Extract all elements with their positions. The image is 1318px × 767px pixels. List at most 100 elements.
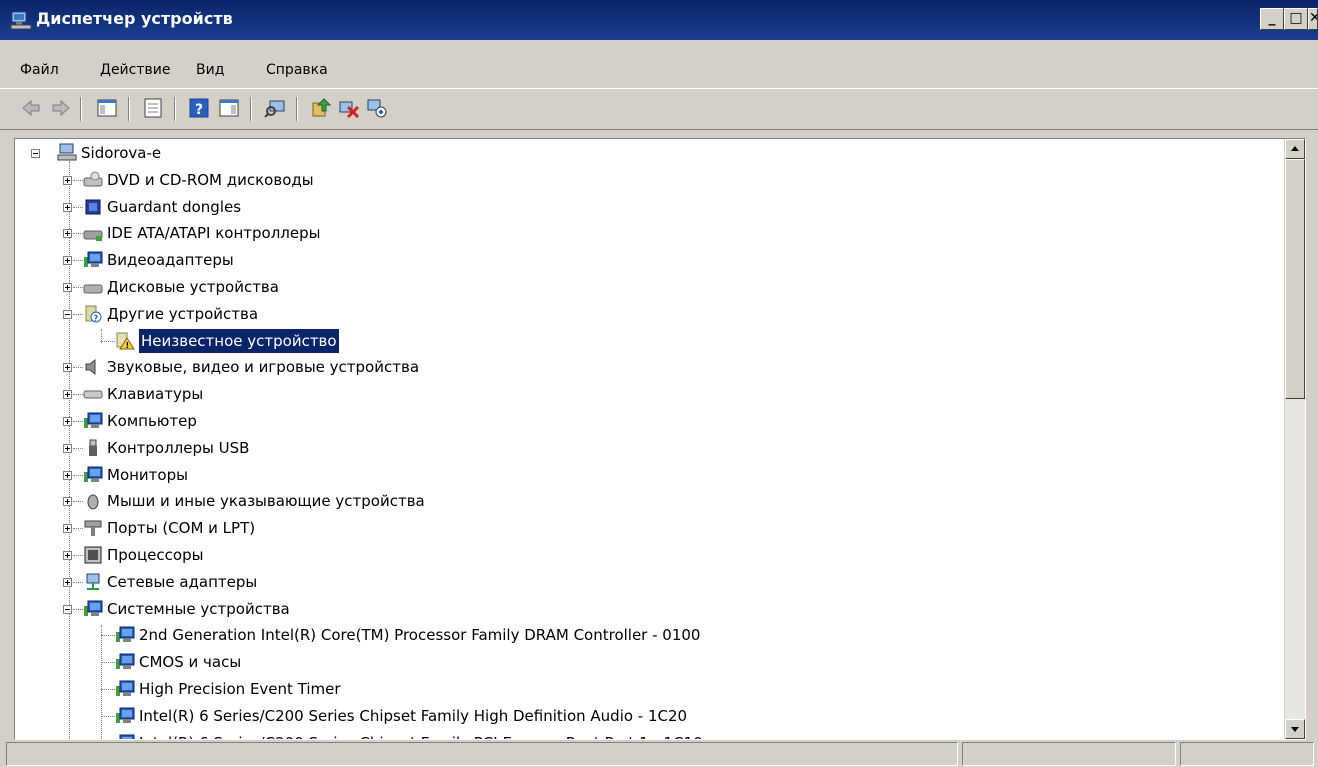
scroll-up-button[interactable] [1285, 139, 1305, 159]
toolbar-separator [80, 97, 82, 121]
tree-item-label: Сетевые адаптеры [107, 572, 258, 591]
tree-item-label: Intel(R) 6 Series/C200 Series Chipset Fa… [139, 731, 703, 739]
expand-toggle[interactable] [63, 551, 72, 560]
uninstall-icon[interactable] [338, 97, 360, 119]
expand-toggle[interactable] [63, 256, 72, 266]
status-cell-secondary [962, 742, 1176, 766]
tree-item-label: IDE ATA/ATAPI контроллеры [107, 224, 321, 243]
toolbar: ? [0, 88, 1318, 130]
back-icon[interactable] [20, 97, 42, 119]
expand-toggle[interactable] [63, 202, 72, 212]
menu-view[interactable]: Вид [196, 62, 224, 78]
tree-item-label: DVD и CD-ROM дисководы [107, 170, 314, 189]
expand-toggle[interactable] [63, 363, 72, 373]
tree-item-label: Системные устройства [107, 599, 290, 618]
computer-root-icon [57, 143, 77, 161]
mouse-icon [87, 494, 99, 510]
menu-bar: Файл Действие Вид Справка [0, 58, 1318, 86]
tree-item-label: High Precision Event Timer [139, 680, 341, 698]
status-cell-main [6, 742, 958, 766]
tree-item-label: CMOS и часы [139, 653, 242, 672]
system-device-icon [116, 707, 135, 723]
status-cell-tertiary [1180, 742, 1314, 766]
arrow-down-icon [1291, 727, 1299, 732]
tree-connector [73, 260, 83, 262]
properties-icon[interactable] [142, 97, 164, 119]
maximize-button[interactable]: □ [1284, 8, 1308, 30]
tree-item-label: Guardant dongles [107, 197, 242, 216]
tree-item-label: Контроллеры USB [107, 438, 250, 457]
monitor-icon [84, 466, 103, 482]
tree-connector [73, 581, 83, 583]
window-title: Диспетчер устройств [36, 9, 233, 28]
expand-toggle[interactable] [63, 443, 72, 453]
minimize-button[interactable]: _ [1260, 8, 1284, 30]
system-device-icon [116, 653, 135, 670]
tree-connector [101, 689, 115, 690]
tree-connector [101, 635, 115, 637]
tree-connector [101, 340, 115, 342]
tree-item-label: Мыши и иные указывающие устройства [107, 492, 425, 511]
scroll-down-button[interactable] [1285, 719, 1305, 739]
expand-toggle[interactable] [63, 577, 72, 587]
expand-toggle[interactable] [63, 497, 72, 507]
scroll-thumb[interactable] [1285, 159, 1305, 399]
expand-toggle[interactable] [63, 283, 72, 292]
help-icon[interactable]: ? [188, 97, 210, 119]
usb-icon [89, 439, 97, 456]
disable-icon[interactable] [366, 97, 388, 119]
console-tree-icon[interactable] [96, 97, 118, 119]
tree-item-label: Клавиатуры [107, 385, 204, 404]
dongle-icon [85, 199, 101, 215]
tree-connector [73, 233, 83, 235]
expand-toggle[interactable] [63, 470, 72, 480]
menu-action[interactable]: Действие [100, 62, 170, 78]
expand-toggle[interactable] [63, 229, 72, 239]
network-adapter-icon [86, 573, 100, 590]
tree-connector [73, 367, 83, 369]
tree-connector [73, 474, 83, 476]
forward-icon[interactable] [50, 97, 72, 119]
system-device-icon [116, 680, 135, 696]
tree-connector [73, 421, 83, 422]
update-driver-icon[interactable] [310, 97, 332, 119]
menu-help[interactable]: Справка [266, 62, 328, 78]
tree-connector [101, 625, 102, 739]
toolbar-separator [296, 97, 298, 121]
menu-file[interactable]: Файл [20, 62, 59, 78]
tree-connector [73, 501, 83, 503]
title-bar[interactable]: Диспетчер устройств _ □ ✕ [0, 0, 1318, 41]
computer-icon [84, 412, 103, 428]
expand-toggle[interactable] [63, 390, 72, 400]
collapse-toggle[interactable] [31, 149, 40, 158]
display-adapter-icon [84, 251, 103, 268]
collapse-toggle[interactable] [63, 309, 72, 319]
expand-toggle[interactable] [63, 175, 72, 185]
unknown-device-warning-icon: ! [116, 332, 135, 350]
tree-connector [73, 394, 83, 396]
svg-text:?: ? [195, 102, 203, 118]
other-devices-icon: ? [85, 305, 102, 323]
device-tree[interactable]: Sidorova-e DVD и CD-ROM дисководы Guardan… [14, 138, 1306, 740]
tree-connector [73, 313, 83, 315]
toolbar-separator [128, 97, 130, 121]
tree-item-label: Компьютер [107, 412, 197, 430]
tree-connector [73, 447, 83, 449]
scan-hardware-icon[interactable] [264, 97, 286, 119]
speaker-icon [85, 359, 96, 376]
keyboard-icon [83, 390, 103, 399]
collapse-toggle[interactable] [63, 604, 72, 614]
tree-item-label: Неизвестное устройство [138, 327, 340, 354]
status-bar [0, 740, 1318, 767]
tree-item-label: Другие устройства [107, 304, 259, 323]
close-button[interactable]: ✕ [1308, 8, 1318, 30]
tree-item-label: Мониторы [107, 465, 188, 484]
expand-toggle[interactable] [63, 417, 72, 426]
action-pane-icon[interactable] [218, 97, 240, 119]
vertical-scrollbar[interactable] [1284, 139, 1305, 739]
toolbar-separator [174, 97, 176, 121]
tree-connector [73, 555, 83, 556]
tree-connector [101, 662, 115, 664]
expand-toggle[interactable] [63, 524, 72, 534]
tree-connector [73, 287, 83, 288]
